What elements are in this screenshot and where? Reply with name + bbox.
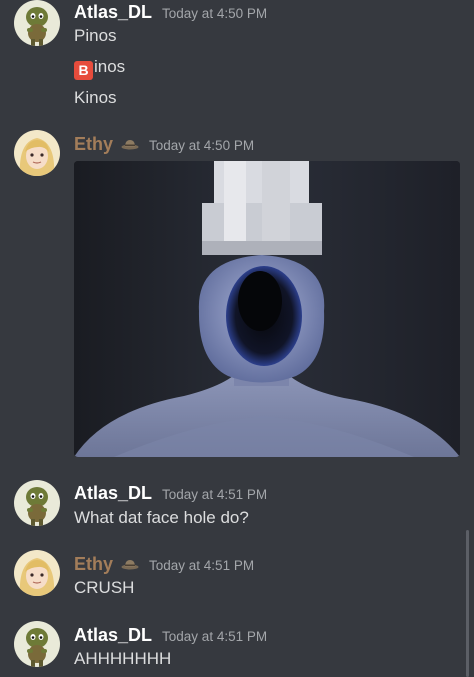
message-text-rest: inos [94,57,126,76]
image-attachment[interactable] [74,161,460,457]
message-header: Atlas_DL Today at 4:50 PM [74,2,267,23]
message-header: Atlas_DL Today at 4:51 PM [74,483,267,504]
message-text: AHHHHHHH [74,649,172,668]
b-emoji-icon: B [74,61,93,80]
username[interactable]: Ethy [74,554,113,575]
timestamp[interactable]: Today at 4:50 PM [162,6,267,21]
timestamp[interactable]: Today at 4:50 PM [149,138,254,153]
ethy-avatar[interactable] [14,130,60,176]
username[interactable]: Atlas_DL [74,625,152,646]
atlas-avatar[interactable] [14,480,60,526]
message-header: Ethy Today at 4:50 PM [74,134,254,155]
message-text: What dat face hole do? [74,508,249,527]
ethy-avatar[interactable] [14,550,60,596]
timestamp[interactable]: Today at 4:51 PM [162,629,267,644]
username[interactable]: Atlas_DL [74,2,152,23]
faceless-figure-image [74,161,460,457]
fedora-hat-icon [121,558,139,570]
fedora-hat-icon [121,138,139,150]
message-text: Pinos [74,26,117,45]
username[interactable]: Atlas_DL [74,483,152,504]
message-text: Binos [74,57,125,80]
atlas-avatar[interactable] [14,0,60,46]
timestamp[interactable]: Today at 4:51 PM [162,487,267,502]
message-header: Atlas_DL Today at 4:51 PM [74,625,267,646]
scrollbar-thumb[interactable] [466,530,469,677]
username[interactable]: Ethy [74,134,113,155]
timestamp[interactable]: Today at 4:51 PM [149,558,254,573]
message-text: CRUSH [74,578,135,597]
message-text: Kinos [74,88,117,107]
atlas-avatar[interactable] [14,621,60,667]
message-header: Ethy Today at 4:51 PM [74,554,254,575]
